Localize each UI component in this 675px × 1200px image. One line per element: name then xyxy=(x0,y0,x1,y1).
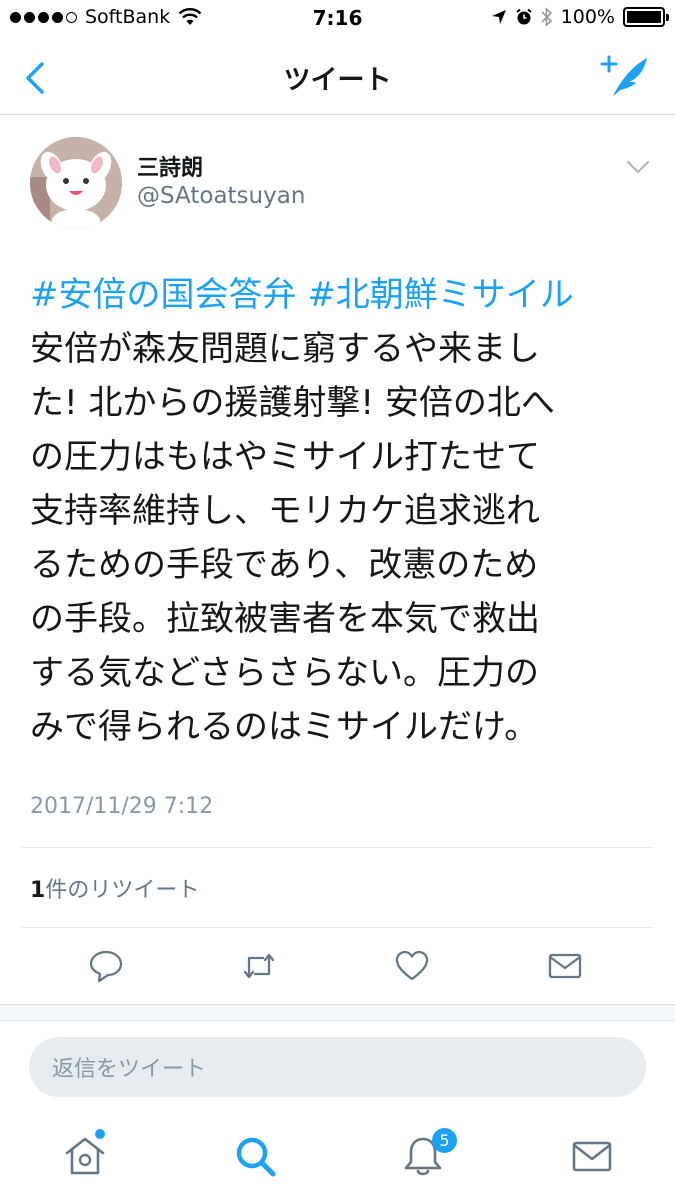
alarm-icon xyxy=(516,8,532,25)
tweet-text: #安倍の国会答弁 #北朝鮮ミサイル 安倍が森友問題に窮するや来まし た! 北から… xyxy=(30,268,648,754)
retweet-count[interactable]: 1件のリツイート xyxy=(30,872,199,904)
hashtag-line: #安倍の国会答弁 #北朝鮮ミサイル xyxy=(30,268,648,322)
tweet-line: の手段。拉致被害者を本気で救出 xyxy=(30,599,540,639)
tweet-line: の圧力はもはやミサイル打たせて xyxy=(30,437,540,477)
home-icon[interactable] xyxy=(62,1133,108,1179)
tweet-line: 支持率維持し、モリカケ追求逃れ xyxy=(30,491,540,531)
location-arrow-icon xyxy=(491,10,506,24)
search-icon[interactable] xyxy=(232,1133,278,1179)
tweet-line: た! 北からの援護射撃! 安倍の北へ xyxy=(30,383,555,423)
avatar-image xyxy=(30,137,122,229)
tweet-line: する気などさらさらない。圧力の xyxy=(30,653,539,693)
hashtag-link[interactable]: #安倍の国会答弁 xyxy=(30,275,297,315)
bluetooth-icon xyxy=(541,7,552,27)
divider xyxy=(22,927,653,928)
section-gap xyxy=(0,1005,675,1021)
divider xyxy=(22,847,653,848)
notification-badge: 5 xyxy=(432,1128,457,1153)
display-name[interactable]: 三詩朗 xyxy=(137,150,203,182)
battery-percent: 100% xyxy=(560,6,615,28)
screen-name[interactable]: @SAtoatsuyan xyxy=(137,183,305,209)
like-icon[interactable] xyxy=(394,948,430,984)
tweet-line: 安倍が森友問題に窮するや来まし xyxy=(30,329,540,369)
reply-icon[interactable] xyxy=(88,948,124,984)
status-right: 100% xyxy=(491,6,669,28)
reply-input[interactable]: 返信をツイート xyxy=(29,1037,646,1097)
home-new-dot xyxy=(95,1129,105,1139)
chevron-down-icon[interactable] xyxy=(624,155,652,179)
tweet-timestamp: 2017/11/29 7:12 xyxy=(30,794,214,819)
navigation-bar: ツイート xyxy=(0,40,675,115)
status-bar: SoftBank 7:16 100% xyxy=(0,0,675,40)
tab-bar xyxy=(0,1115,675,1200)
tweet-line: みで得られるのはミサイルだけ。 xyxy=(30,707,539,747)
battery-icon xyxy=(623,7,669,27)
compose-tweet-icon[interactable] xyxy=(599,52,651,102)
avatar[interactable] xyxy=(30,137,122,229)
tweet-line: るための手段であり、改憲のため xyxy=(30,545,539,585)
hashtag-link[interactable]: #北朝鮮ミサイル xyxy=(307,275,574,315)
messages-icon[interactable] xyxy=(569,1133,615,1179)
retweet-icon[interactable] xyxy=(241,948,277,984)
page-title: ツイート xyxy=(283,65,392,96)
message-icon[interactable] xyxy=(547,948,583,984)
retweet-label: 件のリツイート xyxy=(45,878,200,903)
retweet-number: 1 xyxy=(30,878,46,903)
